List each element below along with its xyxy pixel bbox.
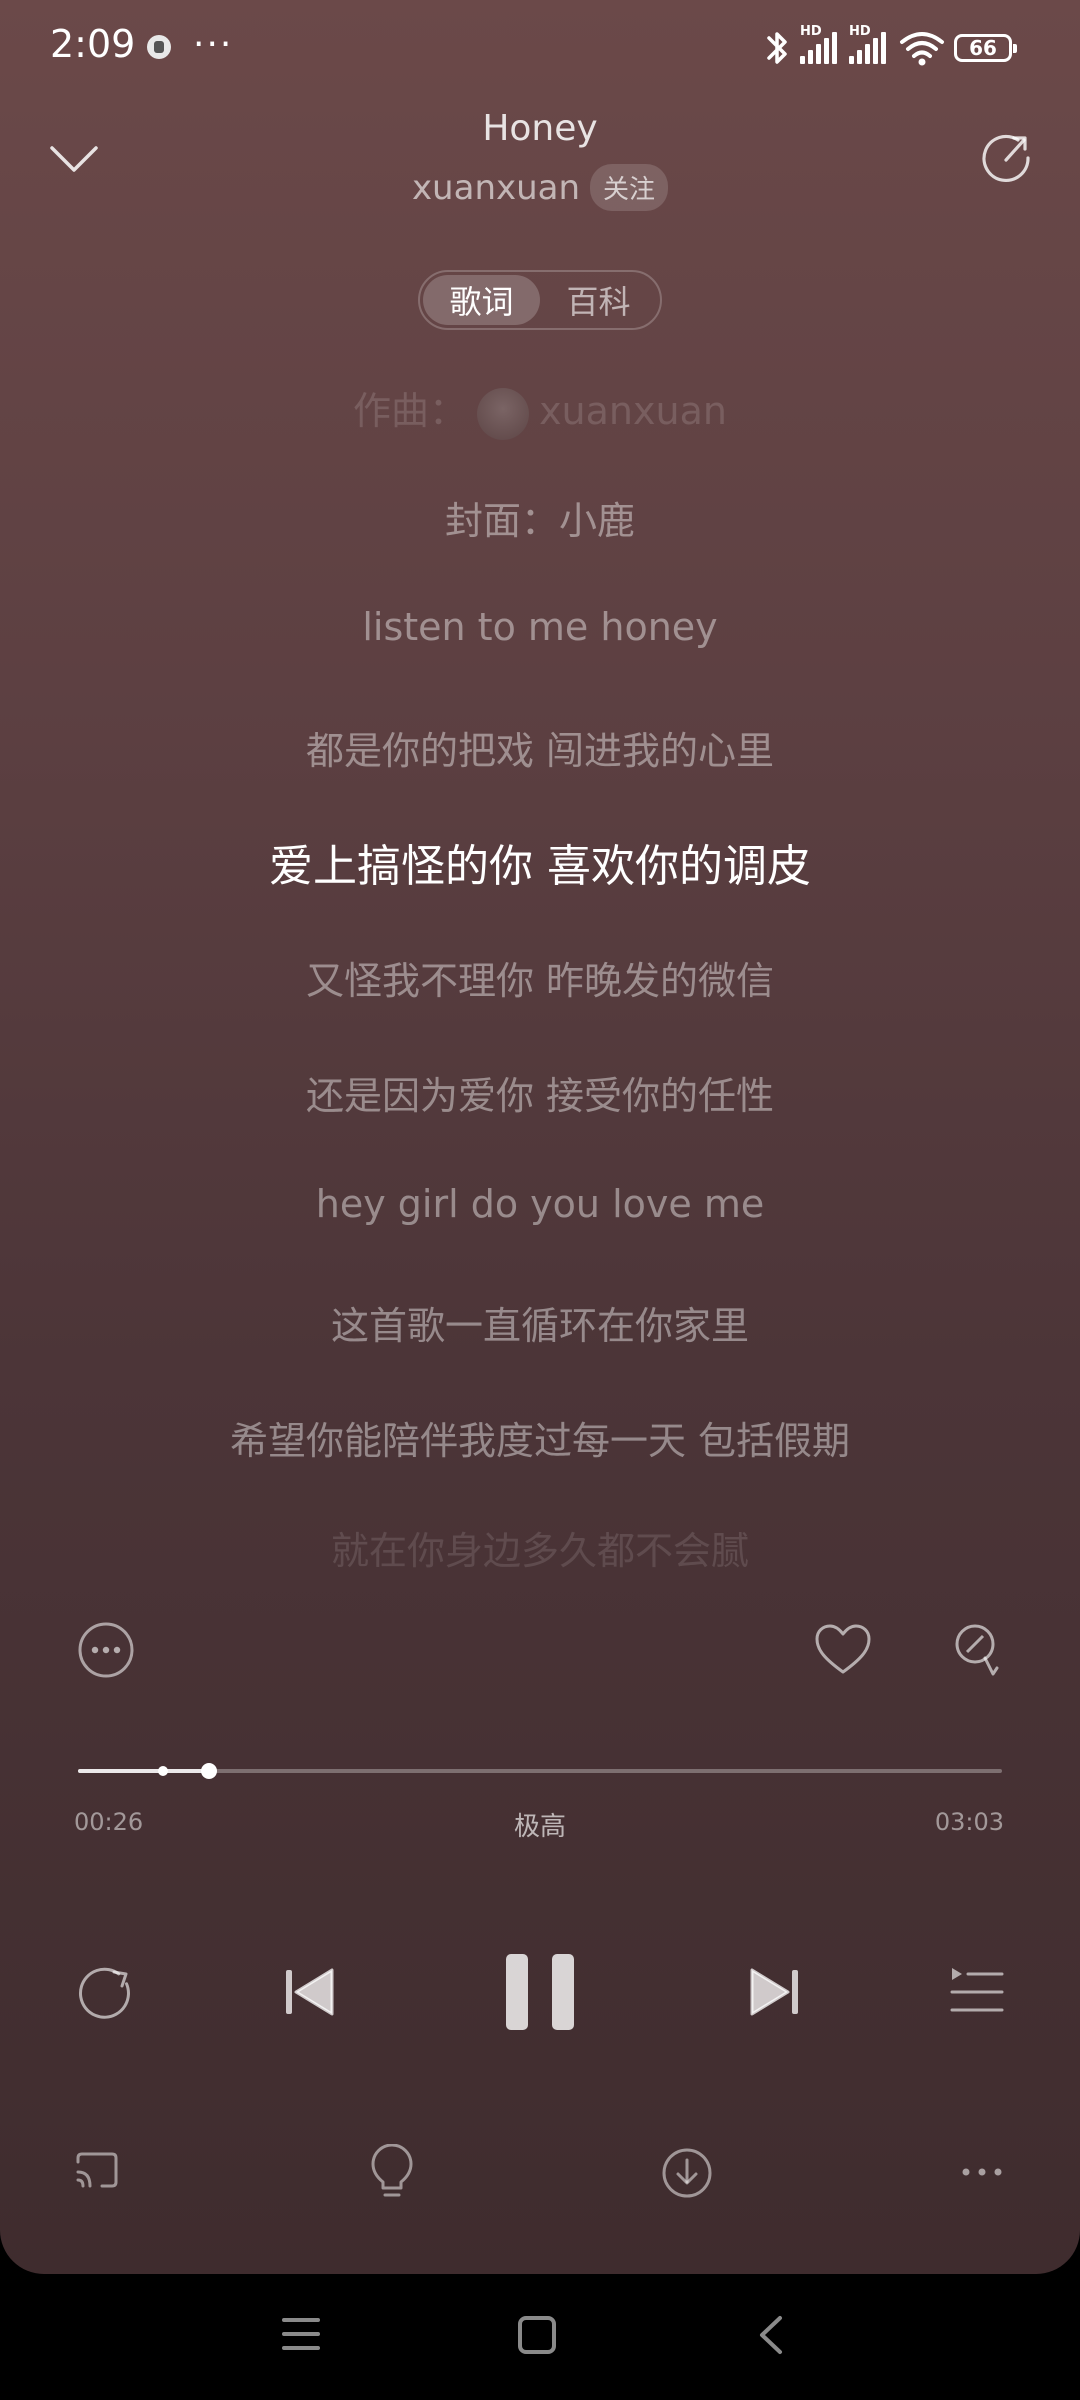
playlist-icon[interactable] bbox=[946, 1962, 1006, 2022]
lyrics-panel[interactable]: 作曲： xuanxuan 封面：小鹿 listen to me honey 都是你… bbox=[0, 360, 1080, 1573]
repeat-icon[interactable] bbox=[72, 1960, 136, 2024]
follow-button[interactable]: 关注 bbox=[590, 164, 669, 211]
composer-avatar bbox=[477, 387, 530, 440]
cast-icon[interactable] bbox=[72, 2150, 122, 2194]
lyric-line[interactable]: 都是你的把戏 闯进我的心里 bbox=[0, 720, 1080, 775]
lyrics-tabs: 歌词 百科 bbox=[418, 270, 662, 330]
menu-icon[interactable] bbox=[280, 2314, 322, 2354]
lyric-composer-line: 作曲： xuanxuan bbox=[0, 380, 1080, 440]
like-heart-icon[interactable] bbox=[811, 1618, 875, 1682]
share-icon[interactable] bbox=[976, 128, 1036, 188]
status-icons: HD HD 66 bbox=[762, 24, 1017, 70]
progress-marker bbox=[158, 1766, 168, 1776]
song-title: Honey bbox=[482, 108, 598, 149]
signal-2-icon: HD bbox=[849, 24, 886, 64]
hd-label: HD bbox=[800, 24, 822, 39]
lyric-line[interactable]: listen to me honey bbox=[0, 605, 1080, 649]
lyric-line[interactable]: 封面：小鹿 bbox=[0, 490, 1080, 545]
tab-lyrics[interactable]: 歌词 bbox=[423, 275, 540, 325]
progress-thumb[interactable] bbox=[201, 1763, 218, 1779]
player-screen: 2:09 ··· HD HD 66 Honey xuanxuan 关注 歌词 百… bbox=[0, 0, 1080, 2274]
notification-app-icon bbox=[147, 35, 171, 59]
home-icon[interactable] bbox=[516, 2314, 558, 2356]
back-icon[interactable] bbox=[752, 2314, 788, 2356]
lyric-line[interactable]: 还是因为爱你 接受你的任性 bbox=[0, 1065, 1080, 1120]
composer-prefix: 作曲： bbox=[353, 389, 468, 433]
status-time: 2:09 bbox=[50, 22, 136, 66]
comment-icon[interactable] bbox=[945, 1618, 1009, 1682]
download-icon[interactable] bbox=[660, 2146, 714, 2200]
hd-label: HD bbox=[849, 24, 871, 39]
total-duration: 03:03 bbox=[934, 1808, 1004, 1836]
system-nav-bar bbox=[0, 2274, 1080, 2400]
artist-row: xuanxuan 关注 bbox=[0, 164, 1080, 211]
wifi-icon bbox=[900, 32, 944, 66]
lyric-line[interactable]: 又怪我不理你 昨晚发的微信 bbox=[0, 950, 1080, 1005]
lyric-line[interactable]: 就在你身边多久都不会腻 bbox=[0, 1520, 1080, 1575]
battery-icon: 66 bbox=[954, 34, 1017, 62]
lyric-line[interactable]: 希望你能陪伴我度过每一天 包括假期 bbox=[0, 1410, 1080, 1465]
more-options-icon[interactable] bbox=[74, 1618, 138, 1682]
previous-track-icon[interactable] bbox=[280, 1962, 340, 2022]
lyric-line[interactable]: hey girl do you love me bbox=[0, 1182, 1080, 1226]
signal-1-icon: HD bbox=[800, 24, 837, 64]
more-icon[interactable] bbox=[958, 2162, 1006, 2182]
lyric-line[interactable]: 这首歌一直循环在你家里 bbox=[0, 1295, 1080, 1350]
lightbulb-icon[interactable] bbox=[369, 2144, 415, 2200]
lyric-line-current[interactable]: 爱上搞怪的你 喜欢你的调皮 bbox=[0, 830, 1080, 894]
artist-name[interactable]: xuanxuan bbox=[412, 168, 580, 208]
progress-fill bbox=[78, 1769, 210, 1773]
bluetooth-icon bbox=[767, 32, 787, 64]
pause-icon[interactable] bbox=[500, 1950, 580, 2034]
status-more-icon: ··· bbox=[193, 24, 234, 65]
composer-name: xuanxuan bbox=[539, 389, 727, 433]
tab-wiki[interactable]: 百科 bbox=[540, 275, 657, 325]
next-track-icon[interactable] bbox=[744, 1962, 804, 2022]
quality-label[interactable]: 极高 bbox=[0, 1806, 1080, 1843]
